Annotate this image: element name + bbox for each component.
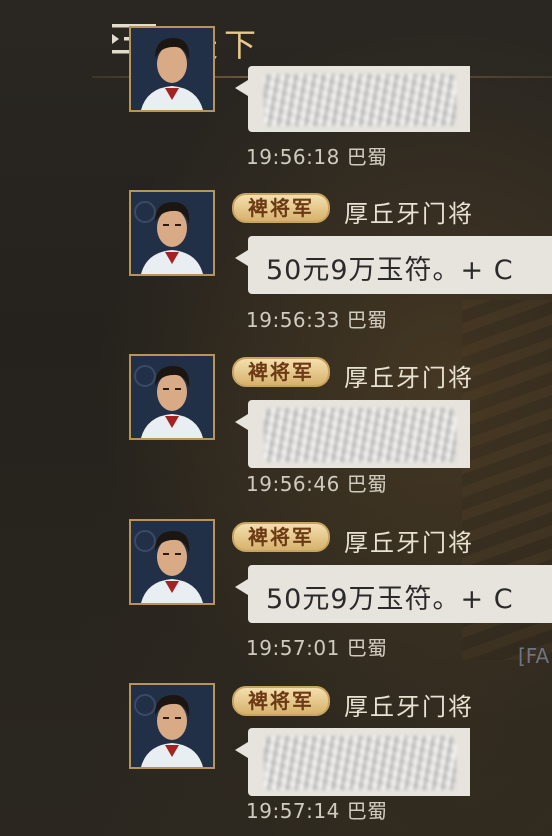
sender-name[interactable]: 厚丘牙门将 (344, 687, 474, 722)
chat-feed[interactable]: 19:56:18 巴蜀 裨将军 厚丘牙门将 50元9万玉符。+ C 19:56:… (0, 0, 552, 836)
avatar[interactable] (129, 519, 215, 605)
avatar[interactable] (129, 354, 215, 440)
message-bubble[interactable] (235, 728, 470, 796)
message-timestamp: 19:56:46 巴蜀 (246, 472, 388, 496)
message-timestamp: 19:57:14 巴蜀 (246, 799, 388, 823)
sender-name[interactable]: 厚丘牙门将 (344, 523, 474, 558)
sender-name[interactable]: 厚丘牙门将 (344, 194, 474, 229)
message-bubble[interactable] (235, 66, 470, 132)
redacted-text (264, 74, 456, 126)
message-text: 50元9万玉符。+ C (266, 584, 514, 615)
message-timestamp: 19:56:33 巴蜀 (246, 308, 388, 332)
rank-badge: 裨将军 (232, 686, 330, 716)
rank-badge: 裨将军 (232, 357, 330, 387)
message-bubble[interactable]: 50元9万玉符。+ C (235, 565, 552, 623)
message-bubble[interactable] (235, 400, 470, 468)
rank-badge: 裨将军 (232, 522, 330, 552)
avatar[interactable] (129, 190, 215, 276)
message-timestamp: 19:56:18 巴蜀 (246, 145, 388, 169)
message-text: 50元9万玉符。+ C (266, 255, 514, 286)
redacted-text (264, 408, 456, 462)
rank-badge: 裨将军 (232, 193, 330, 223)
redacted-text (264, 736, 456, 790)
message-bubble[interactable]: 50元9万玉符。+ C (235, 236, 552, 294)
background-label: [FA (518, 644, 550, 668)
avatar[interactable] (129, 26, 215, 112)
sender-name[interactable]: 厚丘牙门将 (344, 358, 474, 393)
avatar[interactable] (129, 683, 215, 769)
message-timestamp: 19:57:01 巴蜀 (246, 636, 388, 660)
